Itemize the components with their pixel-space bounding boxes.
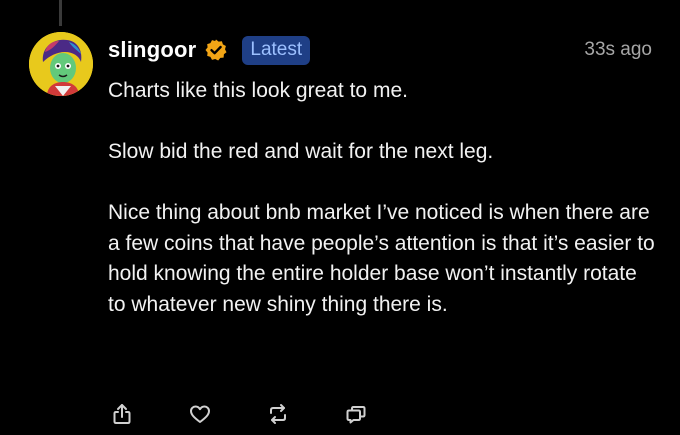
post-text: Charts like this look great to me. Slow … [108, 76, 660, 320]
repost-button[interactable] [264, 400, 292, 428]
avatar-image [29, 32, 93, 96]
avatar[interactable] [29, 32, 93, 96]
repost-icon [270, 404, 286, 424]
thread-connector-line [59, 0, 62, 26]
timestamp: 33s ago [584, 39, 652, 60]
post-paragraph: Charts like this look great to me. [108, 79, 408, 102]
share-icon [113, 404, 131, 424]
latest-badge: Latest [242, 35, 311, 65]
reply-icon [346, 406, 366, 424]
username[interactable]: slingoor [108, 37, 196, 63]
like-icon [190, 405, 210, 423]
post-actions-bar [108, 400, 398, 432]
share-button[interactable] [108, 400, 136, 428]
post-header: slingoor Latest 33s ago [108, 34, 652, 66]
reply-button[interactable] [342, 400, 370, 428]
verified-badge-icon [204, 38, 228, 62]
post-paragraph: Nice thing about bnb market I’ve noticed… [108, 201, 655, 316]
post-paragraph: Slow bid the red and wait for the next l… [108, 140, 494, 163]
like-button[interactable] [186, 400, 214, 428]
